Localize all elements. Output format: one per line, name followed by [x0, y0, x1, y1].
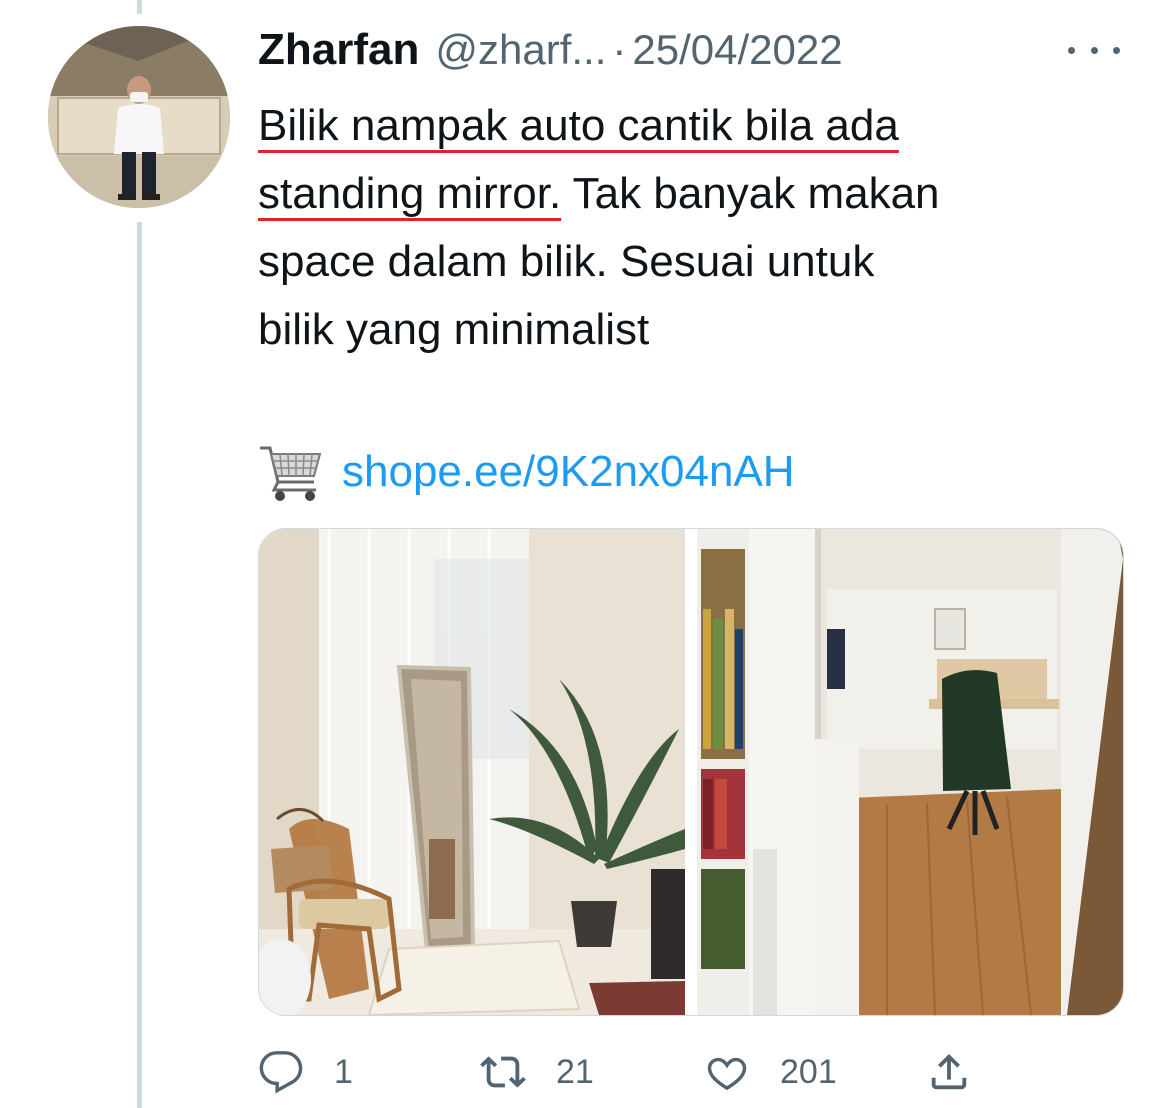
tweet-text-line: bilik yang minimalist: [258, 305, 650, 354]
link-row: shope.ee/9K2nx04nAH: [258, 438, 795, 506]
reply-icon: [259, 1051, 303, 1094]
reply-button[interactable]: 1: [258, 1040, 353, 1104]
highlighted-text: standing mirror.: [258, 169, 562, 218]
like-button[interactable]: 201: [704, 1040, 837, 1104]
media-divider: [685, 529, 697, 1015]
shopee-link[interactable]: shope.ee/9K2nx04nAH: [342, 447, 795, 497]
like-count: 201: [780, 1052, 837, 1091]
author-name[interactable]: Zharfan: [258, 25, 419, 75]
highlighted-text: Bilik nampak auto cantik bila ada: [258, 101, 899, 150]
media-grid: [258, 528, 1124, 1016]
mirror-reflecting-bedroom-photo[interactable]: [697, 529, 1123, 1015]
separator-dot: ·: [612, 26, 627, 73]
tweet-date[interactable]: 25/04/2022: [632, 26, 842, 74]
retweet-button[interactable]: 21: [480, 1040, 594, 1104]
tweet-header: Zharfan @zharf... · 25/04/2022: [258, 24, 1128, 76]
thread-line: [137, 222, 142, 1108]
thread-line-top: [137, 0, 142, 14]
avatar[interactable]: [48, 26, 230, 208]
tweet-actions: 1 21 201: [258, 1040, 998, 1104]
retweet-count: 21: [556, 1052, 594, 1091]
share-icon: [931, 1053, 967, 1090]
share-button[interactable]: [926, 1040, 972, 1104]
reply-count: 1: [334, 1052, 353, 1091]
tweet-text-line: Bilik nampak auto cantik bila ada: [258, 92, 1138, 160]
more-options-icon[interactable]: [1068, 30, 1120, 70]
room-with-standing-mirror-photo[interactable]: [259, 529, 685, 1015]
shopping-cart-icon: [260, 446, 322, 501]
tweet-text-line: standing mirror. Tak banyak makan: [258, 169, 940, 218]
retweet-icon: [480, 1056, 526, 1088]
heart-icon: [707, 1057, 747, 1091]
tweet-text-line: space dalam bilik. Sesuai untuk: [258, 237, 875, 286]
author-handle[interactable]: @zharf...: [435, 26, 606, 74]
tweet-text: Bilik nampak auto cantik bila ada standi…: [258, 92, 1138, 364]
